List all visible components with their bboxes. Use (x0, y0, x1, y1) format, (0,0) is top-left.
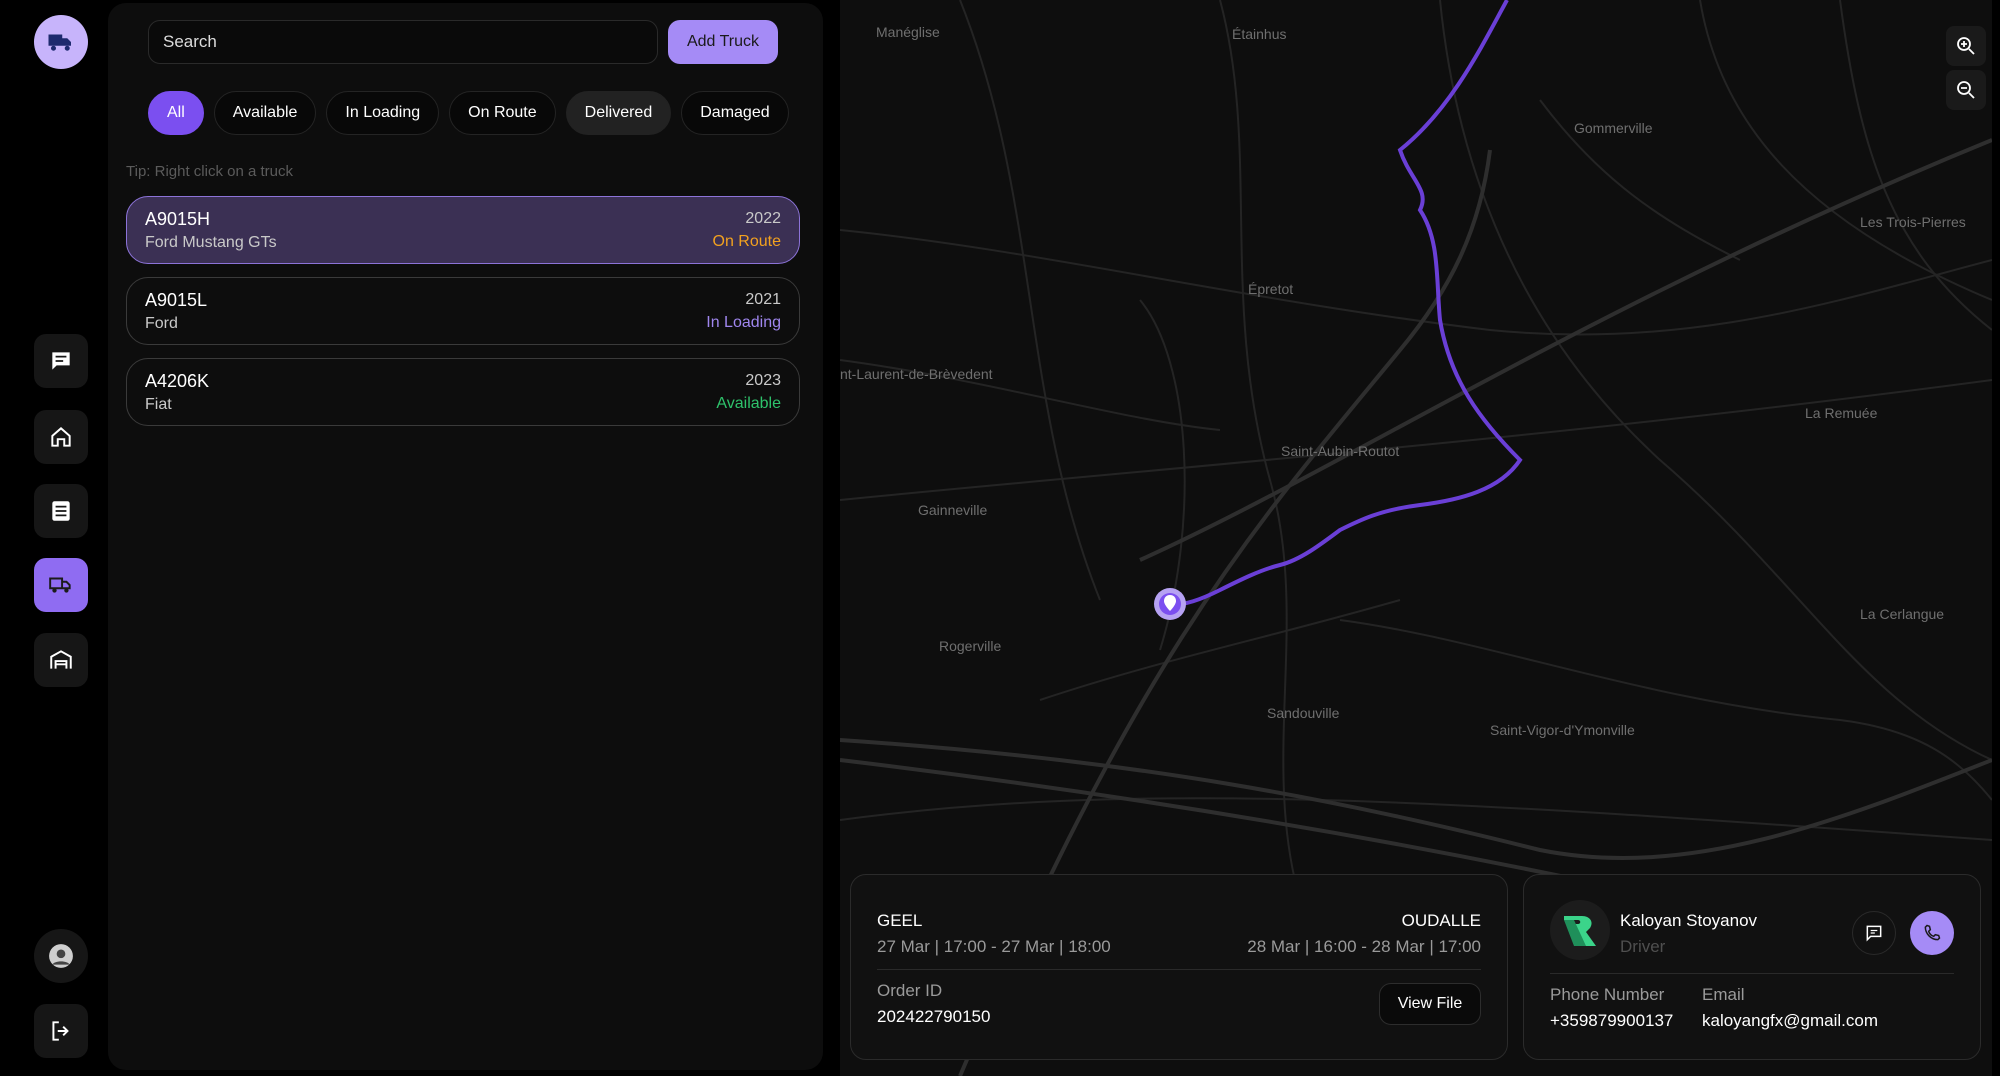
tip-text: Tip: Right click on a truck (126, 163, 293, 180)
logout-icon (52, 1021, 69, 1041)
truck-model: Ford (145, 315, 178, 332)
filter-in-loading[interactable]: In Loading (326, 91, 440, 135)
truck-list-item[interactable]: A4206K Fiat 2023 Available (126, 358, 800, 426)
driver-logo-icon (1564, 916, 1596, 946)
status-filters: All Available In Loading On Route Delive… (148, 91, 789, 135)
driver-role: Driver (1620, 937, 1666, 956)
search-input[interactable]: Search (148, 20, 658, 64)
trip-details-card: GEEL 27 Mar | 17:00 - 27 Mar | 18:00 OUD… (850, 874, 1508, 1060)
phone-icon (1924, 924, 1941, 941)
zoom-out-icon (1957, 81, 1975, 99)
map-label: Étainhus (1232, 26, 1287, 42)
truck-plate: A4206K (145, 371, 210, 391)
zoom-in-button[interactable] (1946, 26, 1986, 66)
email-label: Email (1702, 985, 1745, 1004)
truck-model: Ford Mustang GTs (145, 234, 277, 251)
home-icon (51, 427, 71, 447)
truck-plate: A9015H (145, 209, 211, 229)
map-label: nt-Laurent-de-Brèvedent (840, 366, 993, 382)
view-file-button[interactable]: View File (1379, 983, 1481, 1025)
truck-list-item[interactable]: A9015L Ford 2021 In Loading (126, 277, 800, 345)
map-label: La Cerlangue (1860, 606, 1945, 622)
truck-icon (48, 34, 71, 51)
origin-time: 27 Mar | 17:00 - 27 Mar | 18:00 (877, 937, 1111, 956)
home-nav-button[interactable] (34, 410, 88, 464)
map-label: Épretot (1248, 281, 1294, 297)
truck-icon (49, 577, 71, 593)
message-icon (1866, 925, 1882, 942)
nav-rail (0, 0, 108, 1076)
destination-city: OUDALLE (1401, 911, 1481, 930)
filter-all[interactable]: All (148, 91, 204, 135)
map-label: Rogerville (939, 638, 1002, 654)
order-id-value: 202422790150 (877, 1007, 991, 1026)
warehouse-nav-button[interactable] (34, 633, 88, 687)
email-value[interactable]: kaloyangfx@gmail.com (1702, 1011, 1878, 1031)
warehouse-icon (50, 650, 72, 669)
message-driver-button[interactable] (1852, 911, 1896, 955)
driver-avatar (1550, 900, 1610, 960)
trucks-nav-button[interactable] (34, 558, 88, 612)
divider (1550, 973, 1954, 974)
destination-time: 28 Mar | 16:00 - 28 Mar | 17:00 (1247, 937, 1481, 956)
order-id-label: Order ID (877, 981, 943, 1000)
add-truck-button[interactable]: Add Truck (668, 20, 778, 64)
map-label: Saint-Vigor-d'Ymonville (1490, 722, 1635, 738)
avatar[interactable] (34, 929, 88, 983)
filter-available[interactable]: Available (213, 91, 317, 135)
truck-status: Available (716, 395, 781, 412)
chat-nav-button[interactable] (34, 334, 88, 388)
logout-button[interactable] (34, 1004, 88, 1058)
truck-model: Fiat (145, 396, 172, 413)
truck-year: 2021 (745, 291, 781, 308)
zoom-out-button[interactable] (1946, 70, 1986, 110)
truck-list-panel: Search Add Truck All Available In Loadin… (108, 3, 823, 1070)
divider (877, 969, 1481, 970)
map-label: Saint-Aubin-Routot (1281, 443, 1400, 459)
truck-status: In Loading (706, 314, 781, 331)
list-icon (52, 501, 70, 521)
map-label: Sandouville (1267, 705, 1340, 721)
filter-damaged[interactable]: Damaged (681, 91, 789, 135)
phone-value[interactable]: +359879900137 (1550, 1011, 1673, 1031)
origin-city: GEEL (877, 911, 923, 930)
truck-year: 2023 (745, 372, 781, 389)
truck-list-item[interactable]: A9015H Ford Mustang GTs 2022 On Route (126, 196, 800, 264)
map-label: Gommerville (1574, 120, 1653, 136)
app-logo[interactable] (34, 15, 88, 69)
truck-status: On Route (712, 233, 781, 250)
list-nav-button[interactable] (34, 484, 88, 538)
driver-name: Kaloyan Stoyanov (1620, 911, 1758, 930)
filter-delivered[interactable]: Delivered (565, 91, 672, 135)
truck-year: 2022 (745, 210, 781, 227)
call-driver-button[interactable] (1910, 911, 1954, 955)
search-placeholder: Search (163, 32, 217, 51)
map-label: Manéglise (876, 24, 940, 40)
chat-icon (52, 352, 70, 370)
map-label: Gainneville (918, 502, 988, 518)
zoom-in-icon (1957, 37, 1975, 55)
map-label: Les Trois-Pierres (1860, 214, 1966, 230)
driver-card: Kaloyan Stoyanov Driver Phone Number +35… (1523, 874, 1981, 1060)
phone-label: Phone Number (1550, 985, 1665, 1004)
filter-on-route[interactable]: On Route (449, 91, 556, 135)
map-label: La Remuée (1805, 405, 1878, 421)
truck-plate: A9015L (145, 290, 208, 310)
user-avatar-icon (49, 944, 73, 968)
